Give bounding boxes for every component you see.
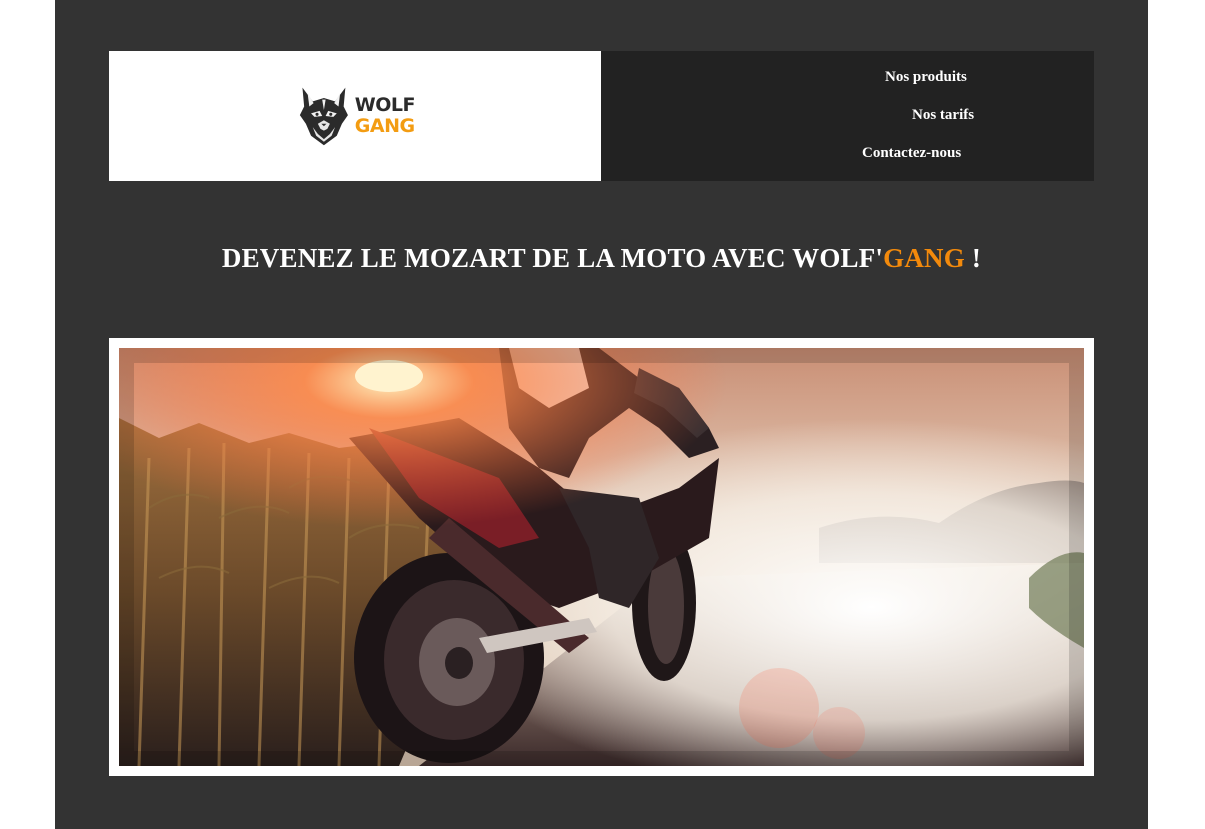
headline-end: ! — [964, 243, 982, 273]
headline-accent: GANG — [883, 243, 965, 273]
logo-line2: GANG — [354, 115, 415, 137]
site-header: WOLF GANG Nos produits Nos tarifs Contac… — [109, 51, 1094, 181]
logo-area: WOLF GANG — [109, 51, 601, 181]
hero-image — [119, 348, 1084, 766]
nav-link-produits[interactable]: Nos produits — [885, 69, 967, 86]
page-headline: DEVENEZ LE MOZART DE LA MOTO AVEC WOLF'G… — [55, 243, 1148, 274]
nav-link-tarifs[interactable]: Nos tarifs — [912, 107, 974, 124]
hero-image-frame — [109, 338, 1094, 776]
wolf-head-icon — [299, 87, 348, 146]
nav-link-contact[interactable]: Contactez-nous — [862, 145, 961, 162]
brand-logo[interactable]: WOLF GANG — [299, 79, 416, 153]
logo-wordmark: WOLF GANG — [354, 94, 416, 137]
page-container: WOLF GANG Nos produits Nos tarifs Contac… — [55, 0, 1148, 829]
logo-line1: WOLF — [354, 94, 416, 116]
headline-main: DEVENEZ LE MOZART DE LA MOTO AVEC WOLF' — [221, 243, 884, 273]
motorcycle-rider-photo — [119, 348, 1084, 766]
main-nav: Nos produits Nos tarifs Contactez-nous — [601, 51, 1094, 181]
